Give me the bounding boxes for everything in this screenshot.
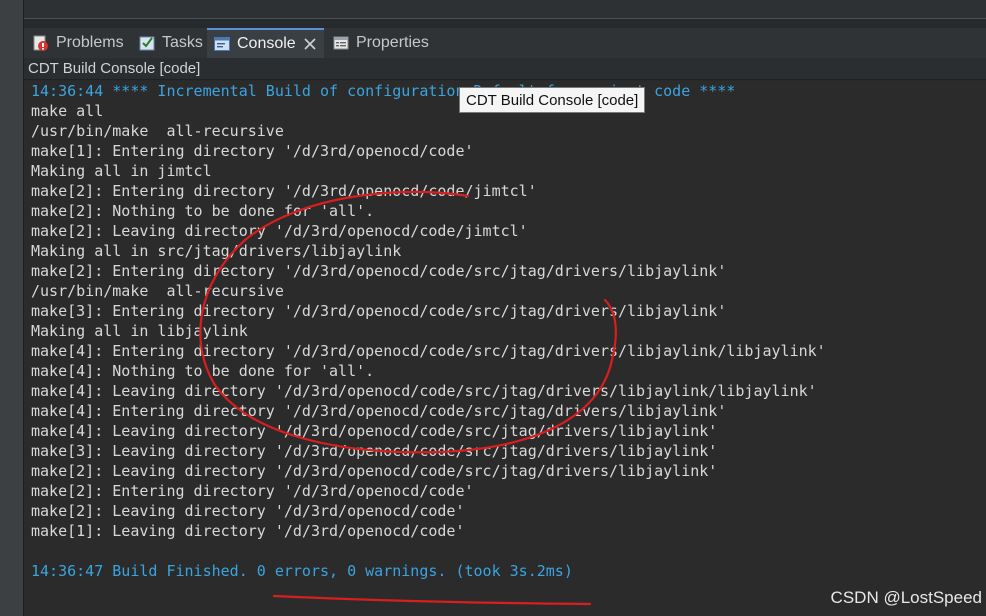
tab-properties-label: Properties bbox=[356, 34, 429, 51]
console-line: make[3]: Entering directory '/d/3rd/open… bbox=[31, 302, 727, 320]
console-line: make[4]: Leaving directory '/d/3rd/openo… bbox=[31, 422, 718, 440]
console-info-line: 14:36:47 Build Finished. 0 errors, 0 war… bbox=[31, 562, 573, 580]
tab-tasks-label: Tasks bbox=[162, 34, 203, 51]
console-icon bbox=[213, 35, 231, 53]
tab-properties[interactable]: Properties bbox=[332, 30, 429, 56]
console-line: make[4]: Entering directory '/d/3rd/open… bbox=[31, 342, 826, 360]
close-icon[interactable] bbox=[304, 38, 316, 50]
view-tab-bar: Problems Tasks Console Properties bbox=[24, 28, 986, 58]
console-line: make[2]: Entering directory '/d/3rd/open… bbox=[31, 482, 474, 500]
properties-icon bbox=[332, 34, 350, 52]
console-line: make[2]: Leaving directory '/d/3rd/openo… bbox=[31, 222, 528, 240]
tab-tasks[interactable]: Tasks bbox=[138, 30, 203, 56]
console-line: make[2]: Entering directory '/d/3rd/open… bbox=[31, 262, 727, 280]
tab-console[interactable]: Console bbox=[207, 28, 324, 58]
left-gutter bbox=[0, 0, 24, 616]
console-line: Making all in jimtcl bbox=[31, 162, 212, 180]
tab-problems-label: Problems bbox=[56, 34, 124, 51]
eclipse-window: Problems Tasks Console Properties CDT Bu… bbox=[0, 0, 986, 616]
console-output[interactable]: 14:36:44 **** Incremental Build of confi… bbox=[24, 81, 986, 616]
console-line: make[1]: Entering directory '/d/3rd/open… bbox=[31, 142, 474, 160]
console-title: CDT Build Console [code] bbox=[24, 58, 986, 80]
tab-problems[interactable]: Problems bbox=[32, 30, 124, 56]
watermark: CSDN @LostSpeed bbox=[830, 588, 982, 607]
console-line: make[2]: Leaving directory '/d/3rd/openo… bbox=[31, 462, 718, 480]
problems-icon bbox=[32, 34, 50, 52]
console-line: make[2]: Entering directory '/d/3rd/open… bbox=[31, 182, 537, 200]
editor-area-bottom-edge bbox=[24, 0, 986, 19]
console-line: /usr/bin/make all-recursive bbox=[31, 122, 284, 140]
console-line: make[1]: Leaving directory '/d/3rd/openo… bbox=[31, 522, 465, 540]
tab-console-label: Console bbox=[237, 35, 296, 52]
console-line: Making all in libjaylink bbox=[31, 322, 248, 340]
console-line: Making all in src/jtag/drivers/libjaylin… bbox=[31, 242, 402, 260]
console-line: make[4]: Entering directory '/d/3rd/open… bbox=[31, 402, 727, 420]
console-line: make all bbox=[31, 102, 104, 120]
tooltip: CDT Build Console [code] bbox=[459, 87, 646, 113]
console-line: /usr/bin/make all-recursive bbox=[31, 282, 284, 300]
console-line: make[2]: Leaving directory '/d/3rd/openo… bbox=[31, 502, 465, 520]
tasks-icon bbox=[138, 34, 156, 52]
console-line: make[4]: Nothing to be done for 'all'. bbox=[31, 362, 375, 380]
console-line: make[3]: Leaving directory '/d/3rd/openo… bbox=[31, 442, 718, 460]
console-line: make[4]: Leaving directory '/d/3rd/openo… bbox=[31, 382, 817, 400]
console-line: make[2]: Nothing to be done for 'all'. bbox=[31, 202, 375, 220]
